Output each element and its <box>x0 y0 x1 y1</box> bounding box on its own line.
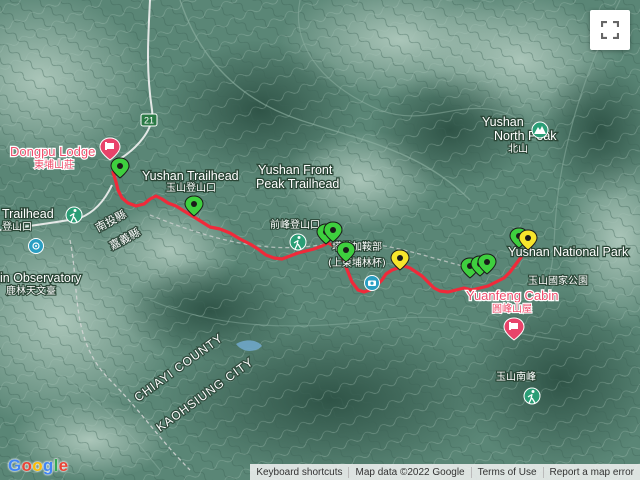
lodging-pin-icon <box>503 317 525 341</box>
fullscreen-icon <box>601 21 619 39</box>
hiking-south-peak-icon[interactable] <box>523 387 541 405</box>
front-peak-label-zh: 前峰登山口 <box>270 218 320 231</box>
yuanfeng-cabin-label: Yuanfeng Cabin <box>466 288 559 303</box>
front-peak-label-line1: Yushan Front <box>258 163 333 177</box>
south-peak-label-zh: 玉山南峰 <box>496 370 536 383</box>
hiking-trailhead-icon[interactable] <box>65 206 83 224</box>
yushan-trailhead-label-zh: 玉山登山口 <box>166 181 216 194</box>
google-logo: Google <box>8 456 69 475</box>
fullscreen-button[interactable] <box>590 10 630 50</box>
map-view[interactable]: 21 Dongpu Lodge 東埔山莊 Yushan Trailhead 玉山… <box>0 0 640 480</box>
national-park-label-zh: 玉山國家公園 <box>528 274 588 287</box>
lodging-pin-icon <box>99 137 121 161</box>
yuanfeng-cabin-label-zh: 圓峰山屋 <box>492 303 532 315</box>
dongpu-lodge-marker[interactable] <box>99 137 121 161</box>
mountain-peak-icon[interactable] <box>531 121 549 139</box>
trailhead-left-label: Trailhead <box>2 207 54 221</box>
map-data-attribution: Map data ©2022 Google <box>348 466 470 478</box>
route-number: 21 <box>144 116 154 126</box>
viewpoint-label-zh-2: (上東埔林杯) <box>328 256 386 269</box>
front-peak-label-line2: Peak Trailhead <box>256 177 339 191</box>
observatory-icon[interactable] <box>28 238 44 254</box>
nantou-county-label: 南投縣 <box>93 207 129 235</box>
yuanfeng-cabin-marker[interactable] <box>503 317 525 341</box>
chiayi-county-label-zh: 嘉義縣 <box>107 225 143 253</box>
dongpu-lodge-label-zh: 東埔山莊 <box>34 158 74 171</box>
route-shield-21: 21 <box>140 113 158 127</box>
north-peak-label-line1: Yushan <box>482 115 524 129</box>
keyboard-shortcuts-link[interactable]: Keyboard shortcuts <box>250 467 348 478</box>
hiking-trail-icon[interactable] <box>289 233 307 251</box>
trailhead-left-label-zh: 登山口 <box>2 220 32 233</box>
observatory-label-zh: 鹿林天文臺 <box>6 284 56 297</box>
observatory-label: in Observatory <box>0 271 82 285</box>
terms-of-use-link[interactable]: Terms of Use <box>470 466 543 478</box>
map-footer: Keyboard shortcuts Map data ©2022 Google… <box>250 464 640 480</box>
north-peak-label-zh: 北山 <box>508 143 528 155</box>
report-map-error-link[interactable]: Report a map error <box>542 466 640 478</box>
map-overlay: 21 Dongpu Lodge 東埔山莊 Yushan Trailhead 玉山… <box>0 113 630 436</box>
camera-viewpoint-icon[interactable] <box>364 275 380 291</box>
dongpu-lodge-label: Dongpu Lodge <box>10 144 95 159</box>
yushan-trailhead-label: Yushan Trailhead <box>142 169 239 183</box>
